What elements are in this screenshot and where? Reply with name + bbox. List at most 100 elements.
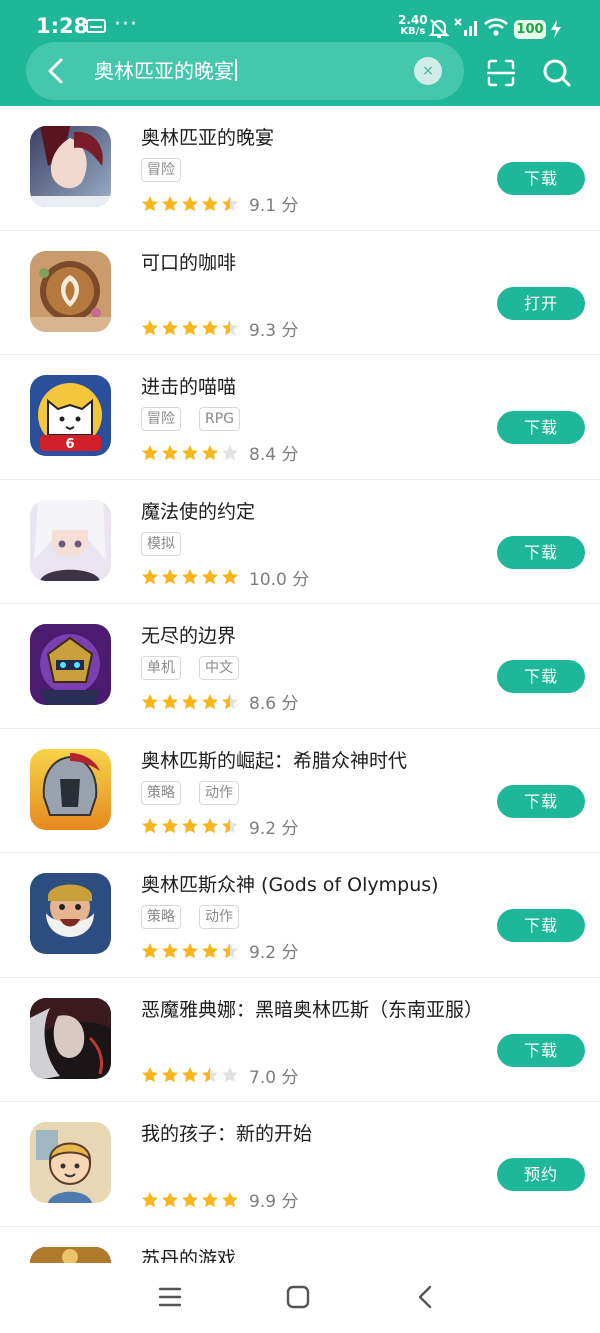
app-result-row[interactable]: 奥林匹亚的晚宴 冒险 9.1 分 下载 (0, 106, 600, 231)
category-tag: 动作 (199, 780, 239, 805)
star-filled-icon (162, 444, 178, 460)
star-rating (141, 195, 239, 213)
rating-score: 10.0 分 (249, 569, 310, 590)
star-rating (141, 1191, 239, 1209)
star-filled-icon (222, 569, 238, 585)
latte-art-icon[interactable] (30, 250, 111, 332)
category-tag: 模拟 (141, 531, 181, 556)
robot-warrior-icon[interactable] (30, 624, 111, 705)
white-cat-icon[interactable]: 6 (30, 375, 111, 456)
star-filled-icon (182, 1191, 198, 1207)
star-filled-icon (142, 320, 158, 336)
bearded-god-icon[interactable] (30, 873, 111, 954)
rating-score: 8.4 分 (249, 445, 299, 465)
app-action-button[interactable]: 下载 (497, 660, 585, 693)
anime-character-icon[interactable] (30, 499, 111, 581)
child-portrait-icon[interactable] (30, 1122, 111, 1203)
star-half-icon (202, 1067, 218, 1083)
star-filled-icon (182, 693, 198, 709)
search-icon[interactable] (542, 58, 572, 88)
app-name[interactable]: 魔法使的约定 (141, 497, 255, 524)
clear-search-button[interactable]: × (414, 57, 442, 85)
category-tag: 冒险 (141, 158, 181, 182)
app-result-row[interactable]: 奥林匹斯众神 (Gods of Olympus) 策略 动作 9.2 分 下载 (0, 853, 600, 978)
search-input[interactable]: 奥林匹亚的晚宴 (94, 58, 237, 84)
app-tags: 策略 动作 (141, 780, 239, 805)
spartan-helmet-icon[interactable] (30, 748, 111, 830)
app-action-button[interactable]: 打开 (497, 286, 585, 320)
star-filled-icon (162, 569, 178, 585)
app-action-button[interactable]: 预约 (497, 1158, 585, 1191)
app-name[interactable]: 奥林匹斯的崛起：希腊众神时代 (141, 746, 407, 773)
app-rating: 9.2 分 (141, 938, 298, 963)
app-rating: 10.0 分 (141, 565, 309, 590)
app-action-button[interactable]: 下载 (497, 411, 585, 444)
star-filled-icon (182, 195, 198, 211)
rating-score: 8.6 分 (249, 694, 299, 714)
app-rating: 8.6 分 (141, 689, 298, 714)
app-name[interactable]: 可口的咖啡 (141, 248, 236, 275)
star-filled-icon (182, 1067, 198, 1083)
star-filled-icon (182, 942, 198, 958)
app-rating: 9.3 分 (141, 316, 298, 341)
rating-score: 9.3 分 (249, 320, 299, 341)
app-result-row[interactable]: 恶魔雅典娜：黑暗奥林匹斯（东南亚服） 7.0 分 下载 (0, 978, 600, 1102)
app-name[interactable]: 无尽的边界 (141, 621, 236, 648)
rating-score: 9.2 分 (249, 818, 299, 839)
app-action-button[interactable]: 下载 (497, 535, 585, 569)
app-result-row[interactable]: 苏丹的游戏 (0, 1227, 600, 1264)
category-tag: 中文 (199, 656, 239, 680)
network-speed: 2.40 KB/s (398, 13, 428, 37)
app-name[interactable]: 奥林匹亚的晚宴 (141, 123, 274, 150)
back-chevron-icon[interactable] (414, 1285, 438, 1309)
star-filled-icon (142, 942, 158, 958)
charging-icon (551, 20, 561, 38)
app-action-button[interactable]: 下载 (497, 909, 585, 942)
menu-icon[interactable] (158, 1285, 182, 1309)
star-filled-icon (142, 693, 158, 709)
star-filled-icon (142, 1067, 158, 1083)
app-result-row[interactable]: 奥林匹斯的崛起：希腊众神时代 策略 动作 9.2 分 下载 (0, 729, 600, 853)
status-time: 1:28 (36, 14, 89, 38)
star-filled-icon (162, 1067, 178, 1083)
app-tags: 冒险 (141, 158, 181, 182)
category-tag: 冒险 (141, 407, 181, 431)
search-box[interactable] (26, 42, 464, 100)
rating-score: 9.9 分 (249, 1192, 299, 1212)
category-tag: 策略 (141, 780, 181, 805)
app-action-button[interactable]: 下载 (497, 162, 585, 195)
scan-icon[interactable] (487, 59, 515, 87)
app-result-row[interactable]: 可口的咖啡 9.3 分 打开 (0, 231, 600, 355)
home-square-icon[interactable] (286, 1285, 310, 1309)
star-filled-icon (162, 320, 178, 336)
app-action-button[interactable]: 下载 (497, 1033, 585, 1067)
app-name[interactable]: 恶魔雅典娜：黑暗奥林匹斯（东南亚服） (141, 995, 483, 1022)
back-arrow-icon[interactable] (42, 56, 70, 86)
rating-score: 9.2 分 (249, 943, 299, 963)
search-results-list[interactable]: 奥林匹亚的晚宴 冒险 9.1 分下载 可口的咖啡 9.3 分打开 6 进击的喵喵 冒险 RPG 8… (0, 106, 600, 1263)
rating-score: 9.1 分 (249, 196, 299, 216)
dark-goddess-icon[interactable] (30, 997, 111, 1079)
app-name[interactable]: 苏丹的游戏 (141, 1244, 236, 1264)
app-tags: 模拟 (141, 531, 181, 556)
app-rating: 9.2 分 (141, 814, 298, 839)
text-cursor (235, 59, 237, 81)
star-half-icon (222, 818, 238, 834)
app-name[interactable]: 奥林匹斯众神 (Gods of Olympus) (141, 870, 439, 897)
app-result-row[interactable]: 我的孩子：新的开始 9.9 分 预约 (0, 1102, 600, 1227)
app-result-row[interactable]: 6 进击的喵喵 冒险 RPG 8.4 分 下载 (0, 355, 600, 480)
app-action-button[interactable]: 下载 (497, 784, 585, 818)
app-result-row[interactable]: 魔法使的约定 模拟 10.0 分 下载 (0, 480, 600, 604)
star-filled-icon (182, 569, 198, 585)
sultan-game-icon[interactable] (30, 1246, 111, 1263)
star-filled-icon (142, 569, 158, 585)
star-half-icon (222, 195, 238, 211)
romance-game-icon[interactable] (30, 126, 111, 207)
star-filled-icon (202, 693, 218, 709)
app-name[interactable]: 我的孩子：新的开始 (141, 1119, 312, 1146)
star-filled-icon (162, 942, 178, 958)
app-name[interactable]: 进击的喵喵 (141, 372, 236, 399)
star-filled-icon (162, 693, 178, 709)
app-result-row[interactable]: 无尽的边界 单机 中文 8.6 分 下载 (0, 604, 600, 729)
star-filled-icon (202, 569, 218, 585)
